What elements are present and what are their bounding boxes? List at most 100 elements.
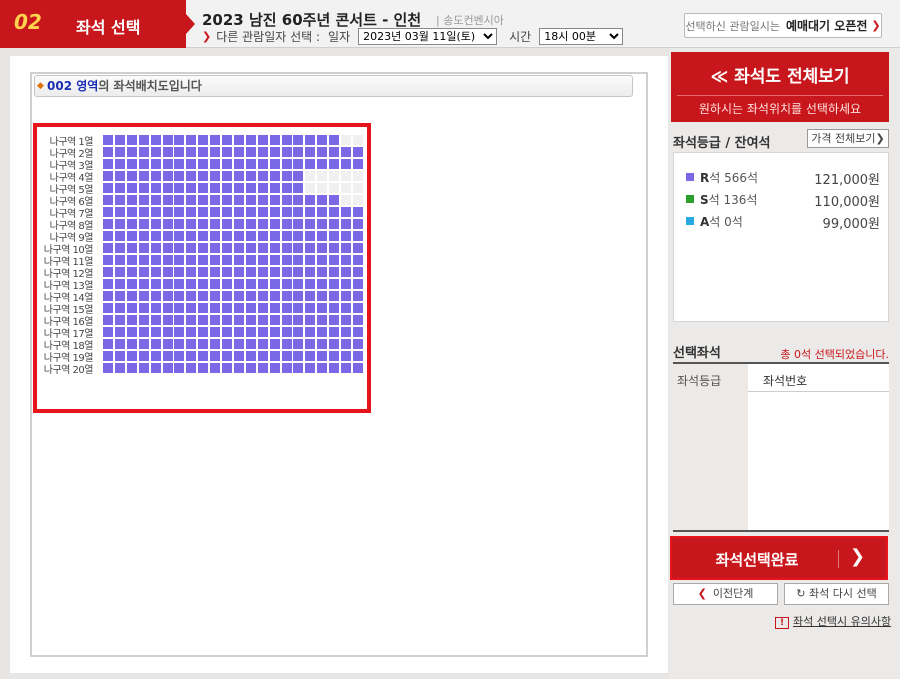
seat-available[interactable] xyxy=(186,147,197,157)
seat-available[interactable] xyxy=(114,207,125,217)
seat-available[interactable] xyxy=(198,327,209,337)
seat-available[interactable] xyxy=(114,147,125,157)
seat-available[interactable] xyxy=(305,363,316,373)
seat-available[interactable] xyxy=(126,219,137,229)
seat-available[interactable] xyxy=(352,267,363,277)
seat-available[interactable] xyxy=(186,267,197,277)
seat-available[interactable] xyxy=(233,303,244,313)
seat-available[interactable] xyxy=(352,351,363,361)
seat-available[interactable] xyxy=(233,243,244,253)
seat-available[interactable] xyxy=(126,267,137,277)
seat-available[interactable] xyxy=(341,291,351,301)
seat-available[interactable] xyxy=(162,171,173,181)
seat-available[interactable] xyxy=(222,291,232,301)
seat-available[interactable] xyxy=(233,351,244,361)
seat-available[interactable] xyxy=(138,291,149,301)
seat-available[interactable] xyxy=(198,219,209,229)
seat-available[interactable] xyxy=(245,219,256,229)
seat-available[interactable] xyxy=(198,363,209,373)
seat-available[interactable] xyxy=(329,279,340,289)
seat-available[interactable] xyxy=(245,147,256,157)
seat-available[interactable] xyxy=(210,171,221,181)
seat-available[interactable] xyxy=(186,231,197,241)
seat-available[interactable] xyxy=(293,171,304,181)
seat-available[interactable] xyxy=(210,267,221,277)
seat-available[interactable] xyxy=(245,243,256,253)
seat-available[interactable] xyxy=(103,291,113,301)
seat-available[interactable] xyxy=(186,351,197,361)
seat-available[interactable] xyxy=(352,291,363,301)
seat-available[interactable] xyxy=(198,267,209,277)
seat-available[interactable] xyxy=(126,171,137,181)
seat-available[interactable] xyxy=(317,255,328,265)
seat-available[interactable] xyxy=(103,243,113,253)
seat-available[interactable] xyxy=(126,339,137,349)
seat-available[interactable] xyxy=(305,255,316,265)
seat-available[interactable] xyxy=(210,255,221,265)
seat-available[interactable] xyxy=(174,219,185,229)
seat-available[interactable] xyxy=(222,315,232,325)
seat-available[interactable] xyxy=(257,147,268,157)
seat-available[interactable] xyxy=(186,219,197,229)
seat-available[interactable] xyxy=(103,231,113,241)
seat-available[interactable] xyxy=(233,279,244,289)
seat-available[interactable] xyxy=(281,267,292,277)
seat-available[interactable] xyxy=(174,351,185,361)
seat-available[interactable] xyxy=(150,291,161,301)
seat-available[interactable] xyxy=(103,327,113,337)
seat-available[interactable] xyxy=(281,147,292,157)
seat-available[interactable] xyxy=(114,135,125,145)
seat-available[interactable] xyxy=(257,351,268,361)
seat-available[interactable] xyxy=(162,363,173,373)
seat-available[interactable] xyxy=(162,243,173,253)
seat-available[interactable] xyxy=(150,267,161,277)
seat-available[interactable] xyxy=(150,183,161,193)
seat-available[interactable] xyxy=(138,195,149,205)
seat-available[interactable] xyxy=(138,351,149,361)
seat-available[interactable] xyxy=(138,339,149,349)
seat-available[interactable] xyxy=(269,291,280,301)
seat-available[interactable] xyxy=(352,207,363,217)
seat-available[interactable] xyxy=(150,279,161,289)
seat-available[interactable] xyxy=(233,195,244,205)
seat-available[interactable] xyxy=(293,147,304,157)
seat-available[interactable] xyxy=(222,303,232,313)
seat-available[interactable] xyxy=(103,339,113,349)
seat-available[interactable] xyxy=(281,195,292,205)
seat-available[interactable] xyxy=(317,291,328,301)
seat-available[interactable] xyxy=(293,135,304,145)
seat-available[interactable] xyxy=(174,147,185,157)
seat-available[interactable] xyxy=(281,231,292,241)
seat-available[interactable] xyxy=(150,135,161,145)
seat-available[interactable] xyxy=(150,147,161,157)
waitlist-notify-button[interactable]: 선택하신 관람일시는 예매대기 오픈전 ❯ xyxy=(684,13,882,38)
seat-available[interactable] xyxy=(126,279,137,289)
seat-available[interactable] xyxy=(198,351,209,361)
seat-available[interactable] xyxy=(186,327,197,337)
seat-available[interactable] xyxy=(317,303,328,313)
seat-available[interactable] xyxy=(210,363,221,373)
seat-available[interactable] xyxy=(305,315,316,325)
seat-available[interactable] xyxy=(186,255,197,265)
seat-available[interactable] xyxy=(293,159,304,169)
seat-available[interactable] xyxy=(281,183,292,193)
seat-available[interactable] xyxy=(222,219,232,229)
seat-available[interactable] xyxy=(257,195,268,205)
seat-available[interactable] xyxy=(138,327,149,337)
seat-available[interactable] xyxy=(114,327,125,337)
seat-available[interactable] xyxy=(222,135,232,145)
seat-available[interactable] xyxy=(138,267,149,277)
seat-available[interactable] xyxy=(222,183,232,193)
seat-available[interactable] xyxy=(269,231,280,241)
seat-available[interactable] xyxy=(293,195,304,205)
seat-available[interactable] xyxy=(281,159,292,169)
seat-available[interactable] xyxy=(174,291,185,301)
seat-available[interactable] xyxy=(293,267,304,277)
seat-available[interactable] xyxy=(329,315,340,325)
seat-available[interactable] xyxy=(114,303,125,313)
seat-available[interactable] xyxy=(257,267,268,277)
seat-available[interactable] xyxy=(138,303,149,313)
seat-available[interactable] xyxy=(341,231,351,241)
seat-available[interactable] xyxy=(317,363,328,373)
seat-available[interactable] xyxy=(126,363,137,373)
